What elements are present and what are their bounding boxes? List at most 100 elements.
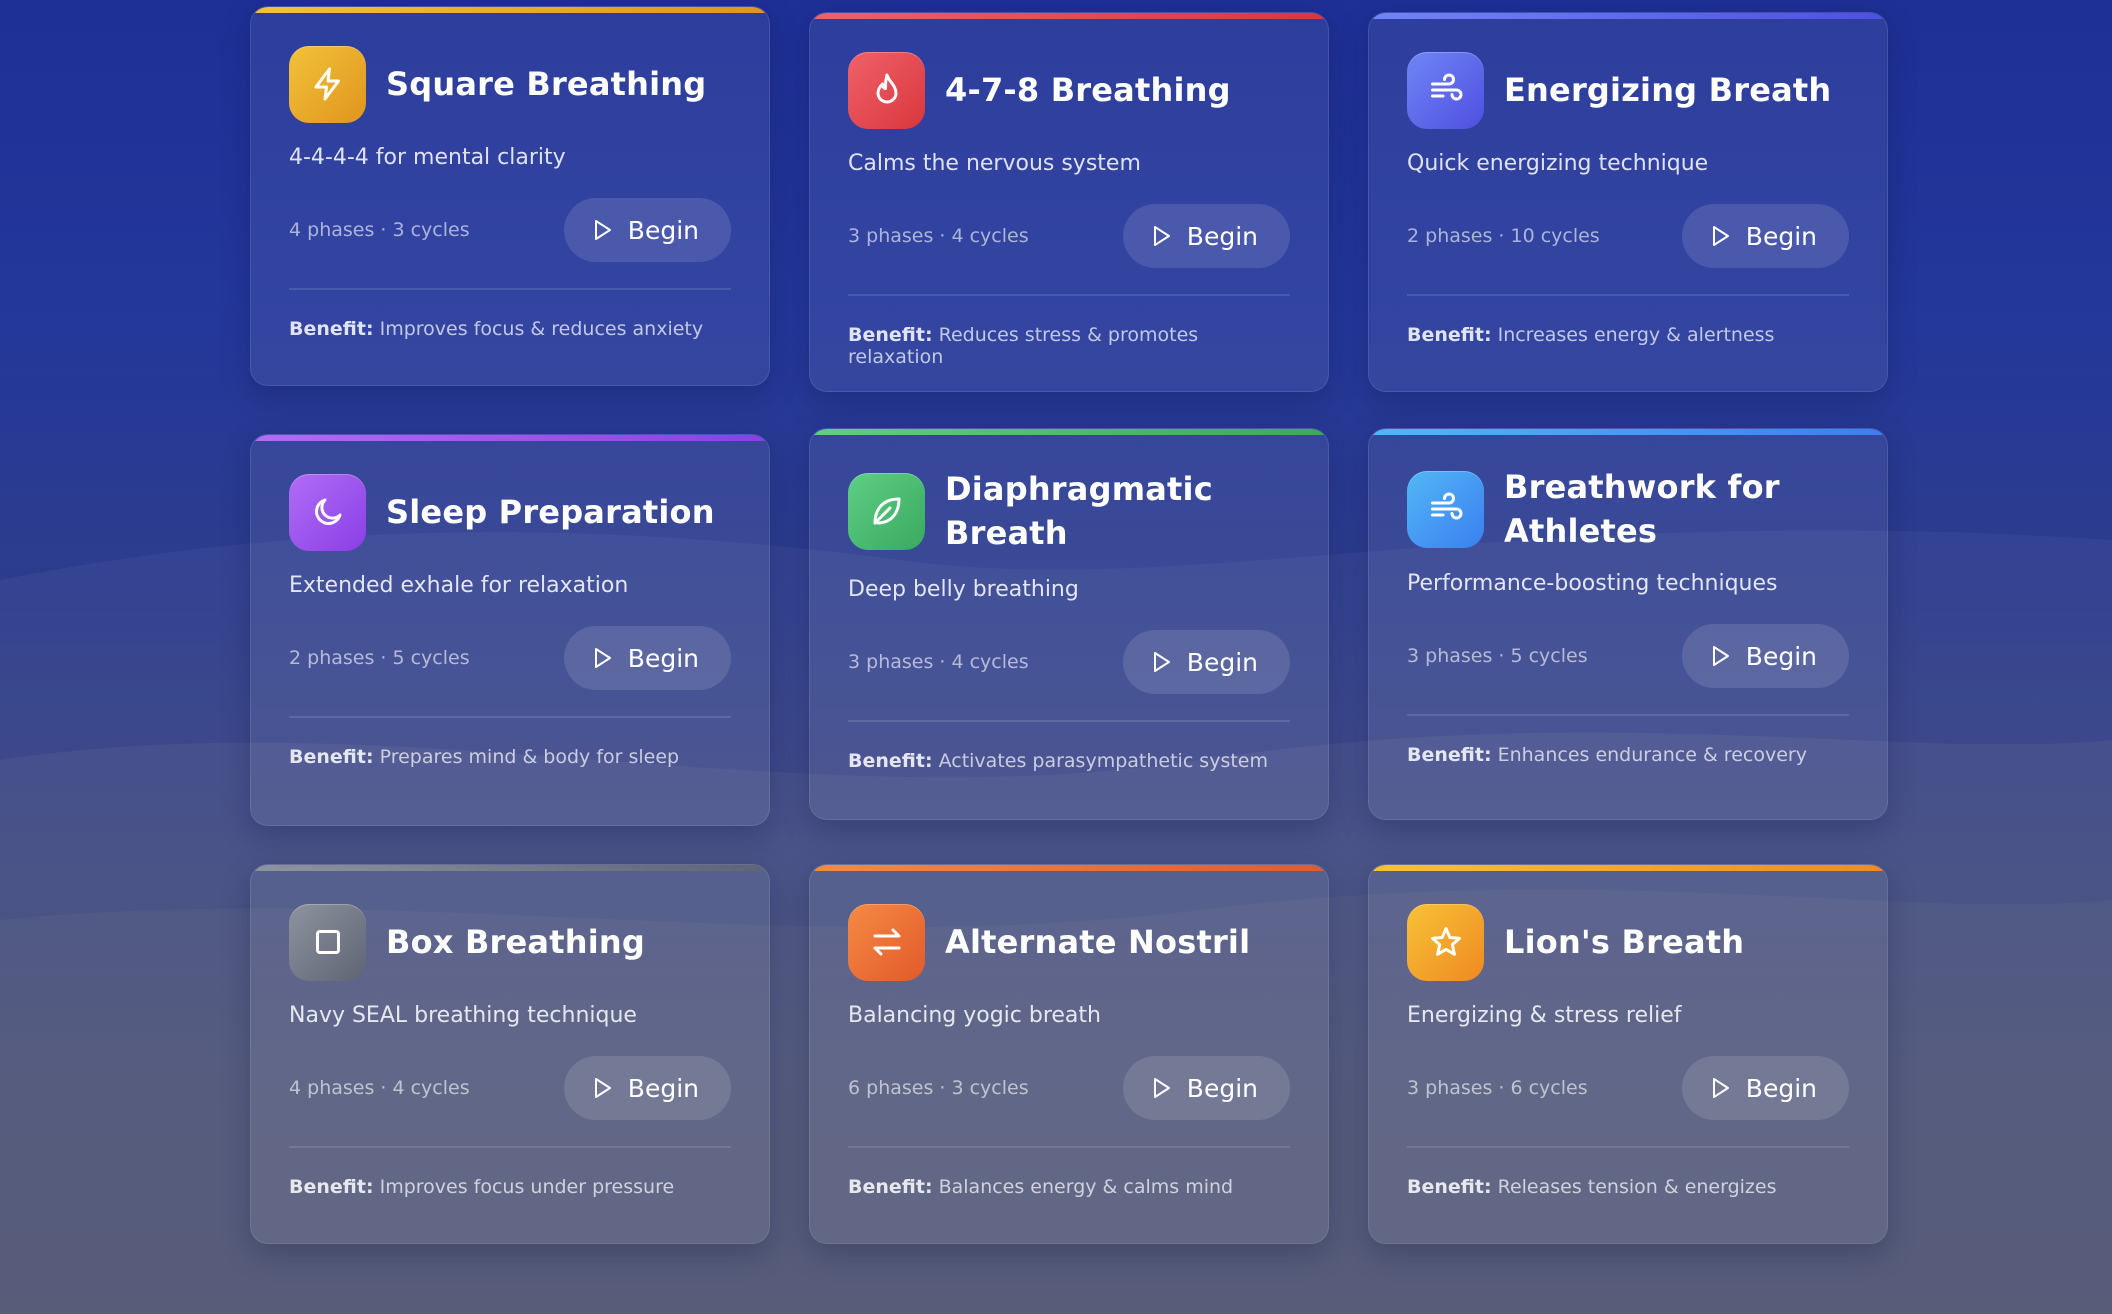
wind-icon — [1407, 51, 1484, 129]
begin-button[interactable]: Begin — [1122, 1056, 1290, 1120]
technique-card: Box Breathing Navy SEAL breathing techni… — [250, 864, 770, 1244]
moon-icon — [289, 473, 366, 551]
card-meta: 4 phases · 4 cycles — [289, 1077, 470, 1099]
card-title: Lion's Breath — [1504, 923, 1745, 961]
technique-card: 4-7-8 Breathing Calms the nervous system… — [809, 12, 1329, 392]
card-accent-bar — [810, 13, 1328, 19]
arrows-swap-icon — [848, 903, 925, 981]
card-accent-bar — [810, 865, 1328, 871]
technique-card: Sleep Preparation Extended exhale for re… — [250, 434, 770, 826]
begin-label: Begin — [627, 643, 699, 673]
star-icon — [1407, 903, 1484, 981]
card-accent-bar — [251, 865, 769, 871]
begin-label: Begin — [1745, 1073, 1817, 1103]
card-title: Diaphragmatic Breath — [945, 470, 1213, 552]
flame-icon — [848, 51, 925, 129]
card-description: 4-4-4-4 for mental clarity — [289, 145, 566, 170]
card-title: Sleep Preparation — [386, 493, 715, 531]
card-title: Alternate Nostril — [945, 923, 1251, 961]
card-title: 4-7-8 Breathing — [945, 71, 1231, 109]
play-icon — [594, 220, 611, 240]
begin-button[interactable]: Begin — [563, 1056, 731, 1120]
card-title: Box Breathing — [386, 923, 645, 961]
card-benefit: Benefit: Improves focus & reduces anxiet… — [289, 317, 704, 340]
card-accent-bar — [1369, 865, 1887, 871]
divider — [289, 716, 731, 718]
lightning-icon — [289, 45, 366, 123]
begin-label: Begin — [1745, 641, 1817, 671]
technique-card: Alternate Nostril Balancing yogic breath… — [809, 864, 1329, 1244]
card-meta: 2 phases · 10 cycles — [1407, 225, 1600, 247]
card-accent-bar — [251, 7, 769, 13]
card-benefit: Benefit: Reduces stress & promotes relax… — [848, 323, 1199, 368]
card-benefit: Benefit: Improves focus under pressure — [289, 1175, 675, 1198]
technique-card: Diaphragmatic Breath Deep belly breathin… — [809, 428, 1329, 820]
begin-button[interactable]: Begin — [1122, 204, 1290, 268]
card-description: Calms the nervous system — [848, 151, 1141, 176]
technique-grid: Square Breathing 4-4-4-4 for mental clar… — [250, 6, 1888, 1244]
begin-label: Begin — [1186, 1073, 1258, 1103]
divider — [289, 288, 731, 290]
divider — [1407, 1146, 1849, 1148]
card-meta: 4 phases · 3 cycles — [289, 219, 470, 241]
technique-card: Breathwork for Athletes Performance-boos… — [1368, 428, 1888, 820]
card-accent-bar — [1369, 429, 1887, 435]
card-title: Breathwork for Athletes — [1504, 468, 1780, 550]
play-icon — [1712, 226, 1729, 246]
begin-button[interactable]: Begin — [1681, 204, 1849, 268]
divider — [1407, 714, 1849, 716]
card-description: Deep belly breathing — [848, 577, 1079, 602]
card-description: Quick energizing technique — [1407, 151, 1709, 176]
begin-label: Begin — [1186, 221, 1258, 251]
divider — [289, 1146, 731, 1148]
card-title: Energizing Breath — [1504, 71, 1832, 109]
card-meta: 6 phases · 3 cycles — [848, 1077, 1029, 1099]
card-title: Square Breathing — [386, 65, 707, 103]
card-accent-bar — [251, 435, 769, 441]
card-accent-bar — [810, 429, 1328, 435]
card-benefit: Benefit: Activates parasympathetic syste… — [848, 749, 1268, 772]
technique-card: Square Breathing 4-4-4-4 for mental clar… — [250, 6, 770, 386]
card-description: Navy SEAL breathing technique — [289, 1003, 637, 1028]
begin-label: Begin — [1186, 647, 1258, 677]
card-benefit: Benefit: Releases tension & energizes — [1407, 1175, 1777, 1198]
card-description: Extended exhale for relaxation — [289, 573, 629, 598]
card-description: Performance-boosting techniques — [1407, 571, 1778, 596]
begin-button[interactable]: Begin — [1681, 1056, 1849, 1120]
play-icon — [1712, 1078, 1729, 1098]
card-description: Energizing & stress relief — [1407, 1003, 1682, 1028]
card-benefit: Benefit: Prepares mind & body for sleep — [289, 745, 680, 768]
play-icon — [1153, 652, 1170, 672]
begin-label: Begin — [1745, 221, 1817, 251]
wind-icon — [1407, 470, 1484, 548]
divider — [848, 720, 1290, 722]
technique-card: Energizing Breath Quick energizing techn… — [1368, 12, 1888, 392]
play-icon — [594, 648, 611, 668]
card-meta: 2 phases · 5 cycles — [289, 647, 470, 669]
play-icon — [1712, 646, 1729, 666]
card-description: Balancing yogic breath — [848, 1003, 1101, 1028]
card-meta: 3 phases · 4 cycles — [848, 225, 1029, 247]
begin-button[interactable]: Begin — [563, 626, 731, 690]
square-icon — [289, 903, 366, 981]
technique-card: Lion's Breath Energizing & stress relief… — [1368, 864, 1888, 1244]
begin-label: Begin — [627, 215, 699, 245]
begin-button[interactable]: Begin — [563, 198, 731, 262]
divider — [848, 294, 1290, 296]
card-meta: 3 phases · 5 cycles — [1407, 645, 1588, 667]
card-benefit: Benefit: Increases energy & alertness — [1407, 323, 1775, 346]
card-benefit: Benefit: Enhances endurance & recovery — [1407, 743, 1807, 766]
leaf-icon — [848, 472, 925, 550]
begin-button[interactable]: Begin — [1122, 630, 1290, 694]
play-icon — [594, 1078, 611, 1098]
begin-button[interactable]: Begin — [1681, 624, 1849, 688]
card-accent-bar — [1369, 13, 1887, 19]
card-meta: 3 phases · 4 cycles — [848, 651, 1029, 673]
divider — [848, 1146, 1290, 1148]
card-meta: 3 phases · 6 cycles — [1407, 1077, 1588, 1099]
card-benefit: Benefit: Balances energy & calms mind — [848, 1175, 1234, 1198]
begin-label: Begin — [627, 1073, 699, 1103]
play-icon — [1153, 226, 1170, 246]
divider — [1407, 294, 1849, 296]
play-icon — [1153, 1078, 1170, 1098]
